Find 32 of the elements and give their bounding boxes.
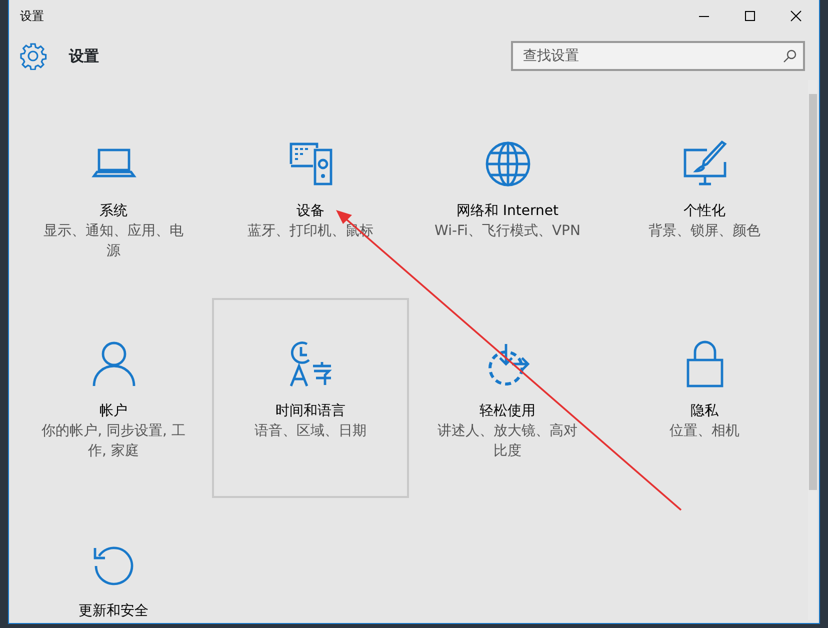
tile-title: 网络和 Internet [456, 202, 559, 221]
settings-tile[interactable]: 帐户 你的帐户, 同步设置, 工作, 家庭 [15, 298, 212, 498]
tile-description: 讲述人、放大镜、高对比度 [436, 422, 578, 461]
tile-description: Wi-Fi、飞行模式、VPN [434, 222, 582, 241]
settings-tile[interactable]: 网络和 Internet Wi-Fi、飞行模式、VPN [409, 98, 606, 298]
tile-title: 个性化 [684, 202, 726, 221]
tile-title: 系统 [100, 202, 128, 221]
tile-description: 显示、通知、应用、电源 [42, 222, 184, 261]
tile-description: 你的帐户, 同步设置, 工作, 家庭 [40, 422, 186, 461]
search-icon [783, 49, 797, 63]
settings-tile[interactable]: 系统 显示、通知、应用、电源 [15, 98, 212, 298]
globe-icon [484, 140, 532, 188]
window-title: 设置 [20, 8, 44, 25]
maximize-icon [744, 10, 756, 22]
tile-description: 背景、锁屏、颜色 [648, 222, 762, 241]
tile-title: 更新和安全 [78, 602, 148, 621]
tile-title: 时间和语言 [276, 402, 346, 421]
settings-tile[interactable]: 更新和安全 [15, 498, 212, 623]
tile-title: 隐私 [690, 402, 718, 421]
search-field[interactable]: 查找设置 [511, 41, 805, 71]
settings-tile[interactable]: 隐私 位置、相机 [606, 298, 803, 498]
tile-description: 语音、区域、日期 [254, 422, 368, 441]
settings-tile[interactable]: 轻松使用 讲述人、放大镜、高对比度 [409, 298, 606, 498]
tile-description: 位置、相机 [668, 422, 740, 441]
tile-title: 帐户 [100, 402, 128, 421]
settings-tile[interactable]: 时间和语言 语音、区域、日期 [212, 298, 409, 498]
close-icon [790, 10, 802, 22]
page-title: 设置 [69, 46, 99, 67]
settings-icon [19, 42, 47, 70]
tile-title: 设备 [296, 202, 324, 221]
tile-title: 轻松使用 [480, 402, 536, 421]
settings-tile[interactable]: 个性化 背景、锁屏、颜色 [606, 98, 803, 298]
